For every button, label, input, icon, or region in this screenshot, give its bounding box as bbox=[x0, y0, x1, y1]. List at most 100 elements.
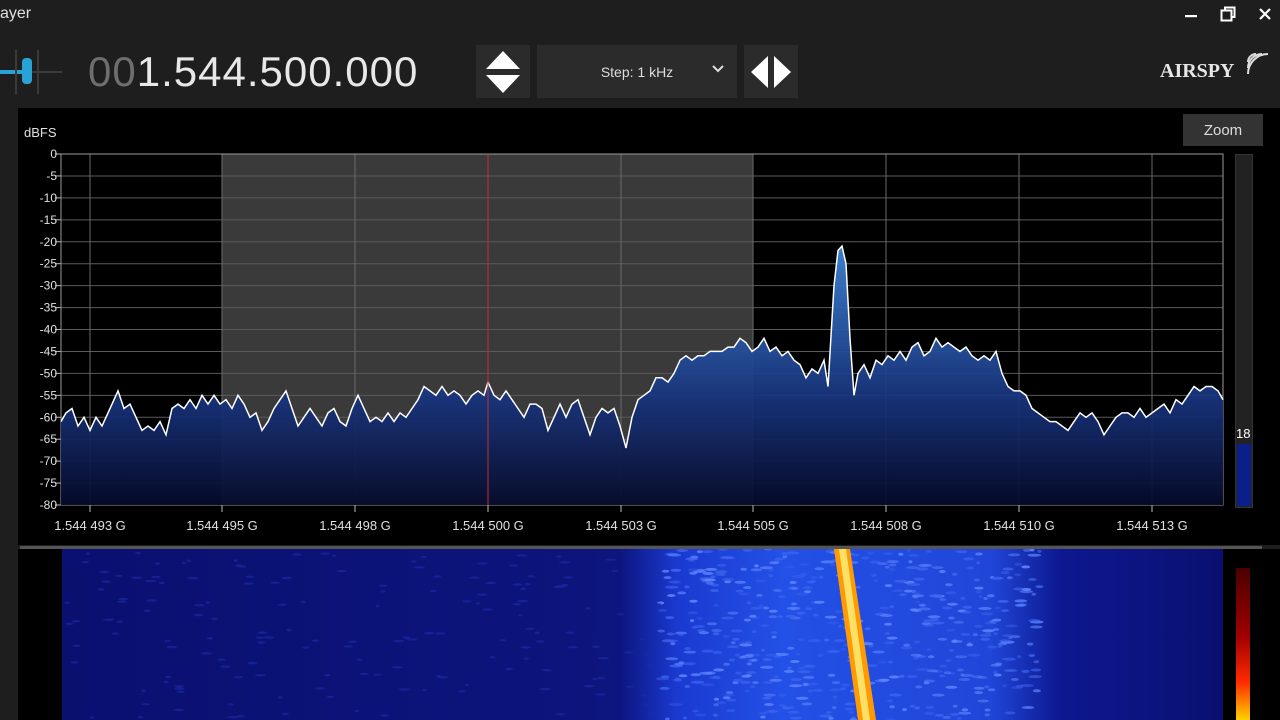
waterfall-noise-speck bbox=[899, 674, 905, 678]
waterfall-noise-speck bbox=[891, 589, 905, 593]
waterfall-noise-speck bbox=[912, 656, 919, 660]
y-tick-label: -70 bbox=[40, 454, 58, 468]
waterfall-noise-speck bbox=[373, 673, 382, 676]
waterfall-noise-speck bbox=[827, 621, 839, 625]
y-tick-label: -45 bbox=[40, 344, 58, 358]
waterfall-noise-speck bbox=[723, 693, 735, 697]
waterfall-noise-speck bbox=[749, 614, 757, 618]
y-tick-label: -40 bbox=[40, 323, 58, 337]
waterfall-noise-speck bbox=[311, 639, 319, 642]
waterfall-noise-speck bbox=[993, 670, 998, 674]
waterfall-noise-speck bbox=[236, 715, 245, 718]
waterfall-noise-speck bbox=[701, 649, 714, 653]
waterfall-noise-speck bbox=[726, 698, 737, 702]
waterfall-noise-speck bbox=[482, 608, 493, 611]
waterfall-noise-speck bbox=[838, 624, 843, 628]
waterfall-noise-speck bbox=[834, 610, 843, 613]
level-value: 18 bbox=[1236, 426, 1251, 441]
waterfall-noise-speck bbox=[765, 710, 777, 713]
waterfall-noise-speck bbox=[764, 703, 774, 706]
waterfall-noise-speck bbox=[795, 696, 809, 700]
waterfall-display[interactable] bbox=[0, 549, 1280, 720]
zoom-button[interactable]: Zoom bbox=[1183, 114, 1263, 146]
waterfall-noise-speck bbox=[670, 568, 682, 572]
waterfall-noise-speck bbox=[205, 601, 211, 604]
waterfall-noise-speck bbox=[685, 557, 698, 561]
waterfall-noise-speck bbox=[678, 633, 684, 637]
waterfall-noise-speck bbox=[889, 705, 895, 709]
waterfall-noise-speck bbox=[953, 620, 965, 624]
waterfall-noise-speck bbox=[674, 677, 682, 681]
waterfall-noise-speck bbox=[343, 645, 353, 648]
waterfall-noise-speck bbox=[475, 602, 481, 605]
waterfall-noise-speck bbox=[485, 581, 496, 585]
waterfall-noise-speck bbox=[1000, 571, 1010, 575]
waterfall-noise-speck bbox=[723, 634, 730, 638]
waterfall-noise-speck bbox=[939, 598, 947, 601]
waterfall-noise-speck bbox=[164, 675, 172, 679]
waterfall-noise-speck bbox=[623, 651, 634, 654]
waterfall-noise-speck bbox=[727, 645, 739, 649]
waterfall-noise-speck bbox=[939, 674, 946, 678]
waterfall-noise-speck bbox=[662, 569, 670, 573]
waterfall-noise-speck bbox=[974, 586, 984, 590]
x-tick-label: 1.544 513 G bbox=[1116, 518, 1188, 533]
waterfall-noise-speck bbox=[701, 578, 715, 582]
waterfall-noise-speck bbox=[844, 707, 855, 711]
waterfall-noise-speck bbox=[773, 674, 779, 678]
waterfall-noise-speck bbox=[64, 601, 70, 604]
waterfall-noise-speck bbox=[709, 589, 720, 593]
waterfall-noise-speck bbox=[499, 639, 507, 642]
waterfall-noise-speck bbox=[818, 575, 824, 579]
waterfall-noise-speck bbox=[520, 587, 526, 590]
waterfall-noise-speck bbox=[687, 611, 698, 615]
waterfall-noise-speck bbox=[855, 585, 861, 589]
waterfall-noise-speck bbox=[315, 687, 325, 690]
waterfall-noise-speck bbox=[732, 637, 740, 641]
waterfall-noise-speck bbox=[905, 566, 920, 570]
waterfall-noise-speck bbox=[324, 674, 331, 677]
waterfall-noise-speck bbox=[555, 713, 566, 716]
waterfall-noise-speck bbox=[1020, 684, 1034, 688]
waterfall-noise-speck bbox=[1021, 706, 1035, 709]
waterfall-noise-speck bbox=[867, 551, 875, 555]
waterfall-noise-speck bbox=[690, 619, 695, 623]
waterfall-noise-speck bbox=[829, 562, 835, 566]
waterfall-noise-speck bbox=[979, 633, 992, 637]
waterfall-noise-speck bbox=[690, 673, 701, 677]
waterfall-noise-speck bbox=[281, 576, 293, 580]
waterfall-noise-speck bbox=[898, 552, 904, 556]
waterfall-noise-speck bbox=[174, 685, 184, 688]
waterfall-noise-speck bbox=[115, 574, 122, 578]
waterfall-noise-speck bbox=[668, 703, 683, 706]
waterfall-noise-speck bbox=[923, 681, 930, 685]
spectrum-plot[interactable]: 0 -5 -10 -15 -20 -25 -30 -35 -40 -45 -50 -55 -60 -65 -… bbox=[0, 0, 1280, 545]
waterfall-noise-speck bbox=[616, 613, 625, 616]
waterfall-noise-speck bbox=[884, 622, 892, 626]
waterfall-noise-speck bbox=[331, 554, 337, 557]
waterfall-noise-speck bbox=[789, 660, 800, 663]
sdr-app-window: ayer 001.544.500.000 Step: 1 kHz AIRSPY … bbox=[0, 0, 1280, 720]
x-tick-label: 1.544 498 G bbox=[319, 518, 391, 533]
waterfall-noise-speck bbox=[713, 697, 720, 701]
waterfall-noise-speck bbox=[691, 626, 697, 629]
waterfall-noise-speck bbox=[1032, 689, 1041, 693]
waterfall-noise-speck bbox=[141, 703, 151, 706]
waterfall-noise-speck bbox=[701, 550, 714, 554]
waterfall-noise-speck bbox=[723, 556, 736, 560]
waterfall-noise-speck bbox=[906, 583, 921, 586]
waterfall-noise-speck bbox=[789, 706, 794, 709]
waterfall-noise-speck bbox=[711, 629, 722, 632]
waterfall-noise-speck bbox=[670, 642, 676, 646]
waterfall-noise-speck bbox=[1014, 603, 1026, 607]
waterfall-noise-speck bbox=[829, 688, 842, 692]
y-tick-label: -60 bbox=[40, 410, 58, 424]
waterfall-noise-speck bbox=[734, 580, 747, 584]
waterfall-noise-speck bbox=[677, 591, 687, 595]
waterfall-noise-speck bbox=[1001, 609, 1009, 613]
waterfall-noise-speck bbox=[978, 607, 992, 610]
waterfall-noise-speck bbox=[960, 673, 965, 677]
waterfall-noise-speck bbox=[1010, 678, 1019, 681]
waterfall-noise-speck bbox=[140, 689, 147, 692]
waterfall-noise-speck bbox=[783, 565, 795, 569]
